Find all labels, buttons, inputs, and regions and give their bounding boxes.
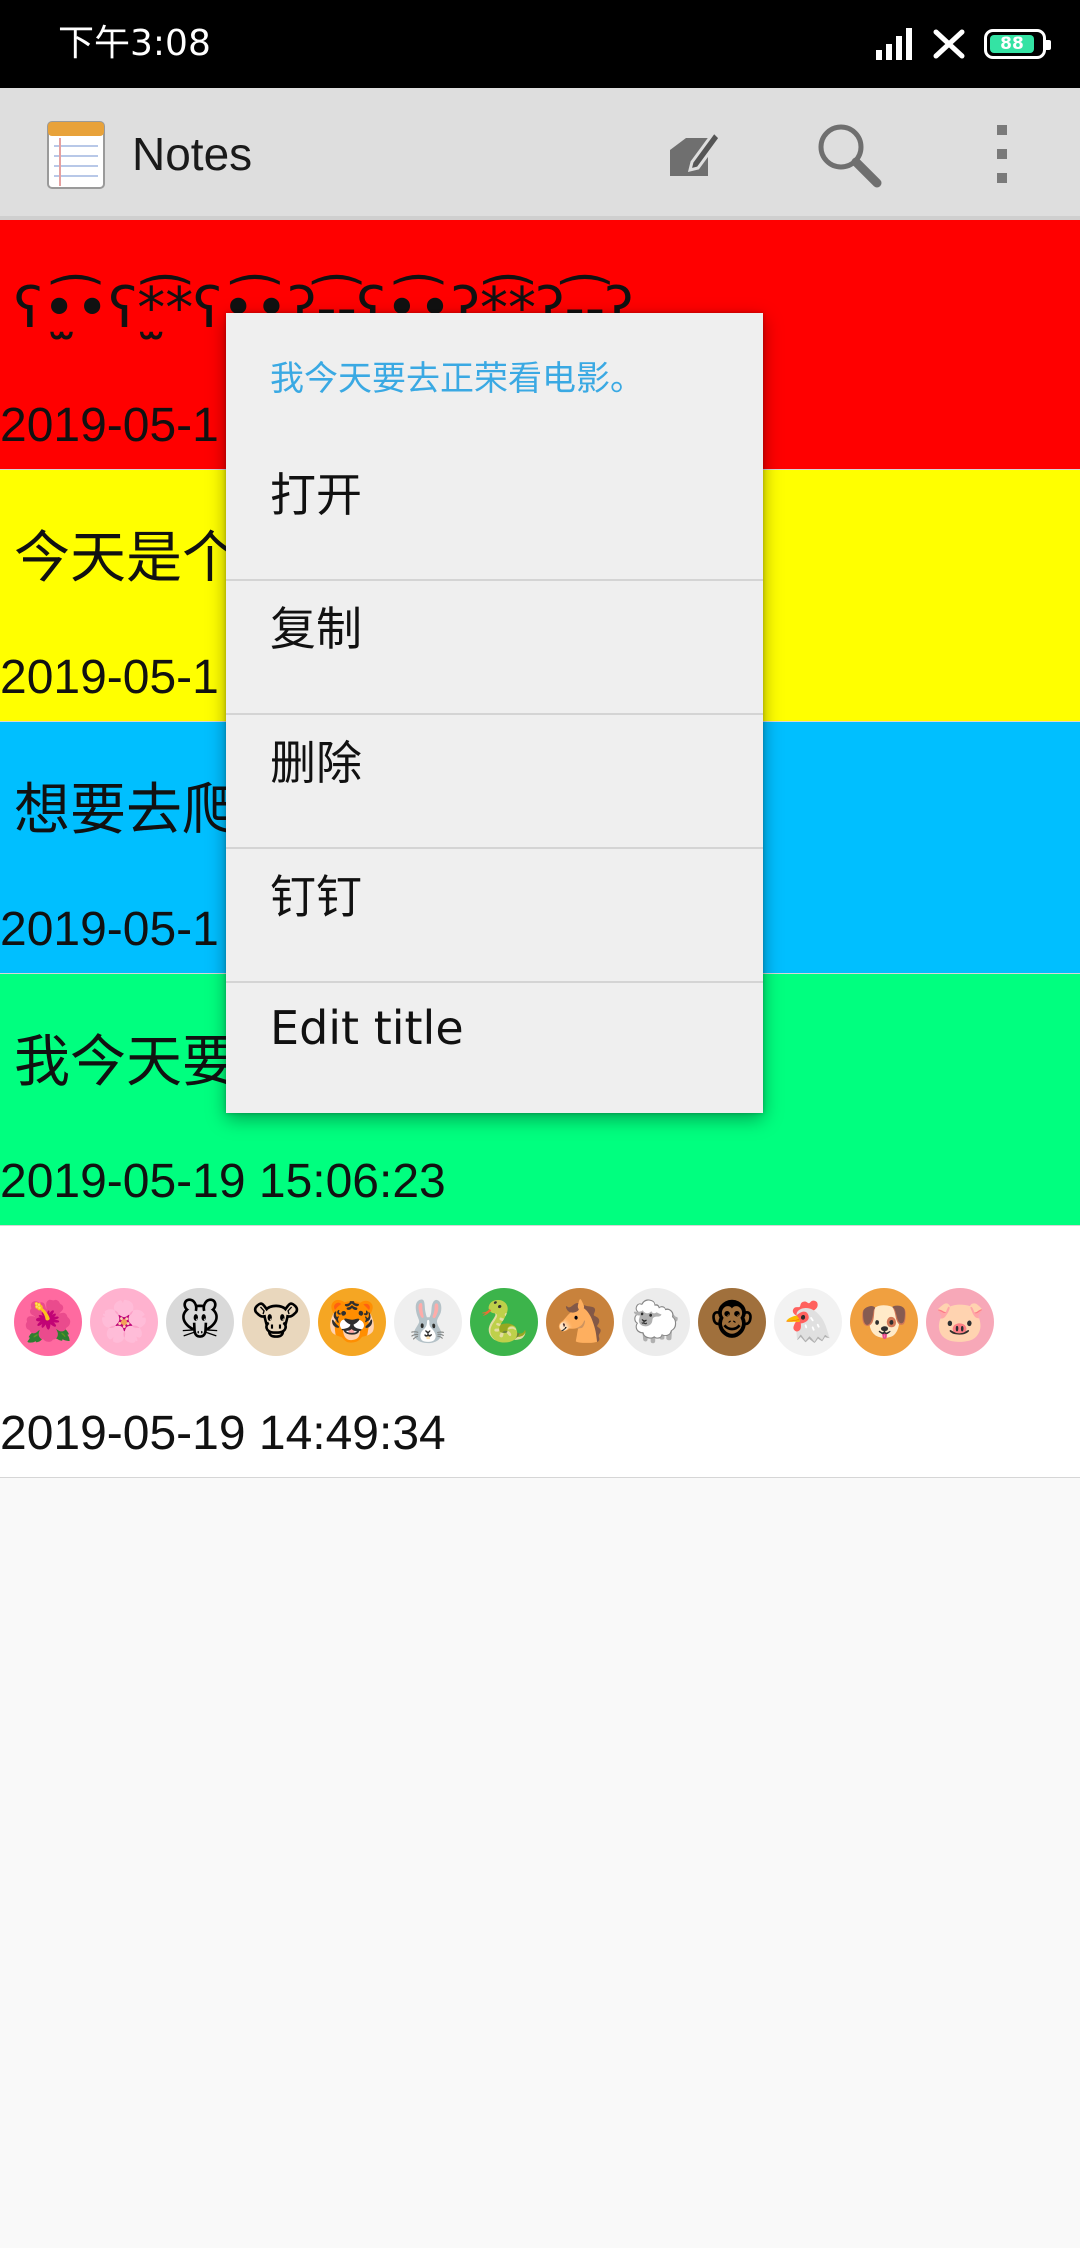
app-bar: Notes [0,88,1080,220]
status-bar: 下午3:08 88 [0,0,1080,88]
note-date: 2019-05-1 [0,903,219,956]
note-title: 今天是个 [14,526,238,591]
note-date: 2019-05-19 14:49:34 [0,1407,446,1460]
menu-item-edit-title[interactable]: Edit title [226,961,763,1095]
signal-icon [876,28,912,60]
menu-item-open[interactable]: 打开 [226,425,763,559]
hibiscus-icon: 🌺 [14,1288,82,1356]
note-item[interactable]: 🌺 🌸 🐭 🐮 🐯 🐰 🐍 🐴 🐑 🐵 🐔 🐶 🐷 2019-05-19 14:… [0,1226,1080,1478]
app-title: Notes [132,128,253,180]
cow-icon: 🐮 [242,1288,310,1356]
no-sim-icon [933,29,965,59]
note-context-menu: 我今天要去正荣看电影。 打开 复制 删除 钉钉 Edit title [226,313,763,1113]
status-time: 下午3:08 [58,23,211,64]
mouse-icon: 🐭 [166,1288,234,1356]
notepad-app-icon [47,121,105,189]
menu-item-delete[interactable]: 删除 [226,693,763,827]
monkey-icon: 🐵 [698,1288,766,1356]
horse-icon: 🐴 [546,1288,614,1356]
new-note-icon [670,129,722,176]
note-date: 2019-05-1 [0,399,219,452]
note-title: 想要去爬 [14,778,238,843]
status-icons: 88 [874,24,1051,64]
rabbit-icon: 🐰 [394,1288,462,1356]
menu-item-pin[interactable]: 钉钉 [226,827,763,961]
note-date: 2019-05-1 [0,651,219,704]
dog-icon: 🐶 [850,1288,918,1356]
note-title: 我今天要 [14,1030,238,1095]
more-options-button[interactable] [966,118,1038,190]
search-button[interactable] [812,118,884,190]
more-options-icon [997,125,1007,183]
sheep-icon: 🐑 [622,1288,690,1356]
new-note-button[interactable] [658,118,730,190]
emoji-row: 🌺 🌸 🐭 🐮 🐯 🐰 🐍 🐴 🐑 🐵 🐔 🐶 🐷 [14,1288,994,1356]
note-date: 2019-05-19 15:06:23 [0,1155,446,1208]
battery-level: 88 [990,35,1034,53]
search-icon [818,124,882,188]
tiger-icon: 🐯 [318,1288,386,1356]
rooster-icon: 🐔 [774,1288,842,1356]
cherry-blossom-icon: 🌸 [90,1288,158,1356]
battery-icon: 88 [984,29,1051,59]
menu-item-copy[interactable]: 复制 [226,559,763,693]
snake-icon: 🐍 [470,1288,538,1356]
pig-icon: 🐷 [926,1288,994,1356]
menu-header: 我今天要去正荣看电影。 [270,359,644,399]
